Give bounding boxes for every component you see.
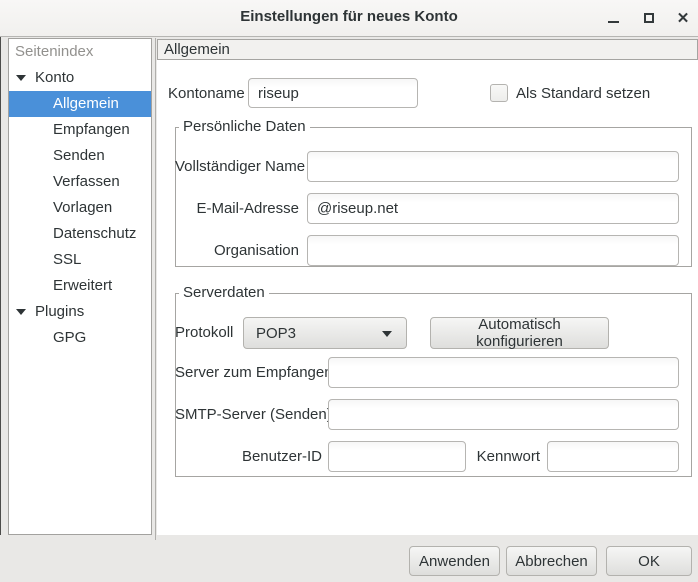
personal-data-legend: Persönliche Daten bbox=[179, 119, 310, 135]
protocol-dropdown[interactable]: POP3 bbox=[243, 317, 407, 349]
tree-item-label: Datenschutz bbox=[53, 225, 136, 242]
account-settings-dialog: Einstellungen für neues Konto ✕ Seitenin… bbox=[0, 0, 698, 582]
email-input[interactable] bbox=[307, 193, 679, 224]
close-button[interactable]: ✕ bbox=[670, 5, 696, 31]
sidebar-item-ssl[interactable]: SSL bbox=[9, 247, 151, 273]
maximize-icon bbox=[644, 13, 654, 23]
sidebar-item-konto[interactable]: Konto bbox=[9, 65, 151, 91]
receive-server-label: Server zum Empfangen bbox=[175, 357, 322, 388]
full-name-label: Vollständiger Name bbox=[175, 151, 299, 182]
sidebar-item-allgemein[interactable]: Allgemein bbox=[9, 91, 151, 117]
receive-server-input[interactable] bbox=[328, 357, 679, 388]
tree-item-label: Empfangen bbox=[53, 121, 130, 138]
chevron-down-icon bbox=[382, 331, 392, 337]
tree-item-label: Konto bbox=[35, 69, 74, 86]
window-left-edge bbox=[0, 37, 1, 535]
window-title: Einstellungen für neues Konto bbox=[0, 0, 698, 36]
tree-item-label: SSL bbox=[53, 251, 81, 268]
sidebar-item-erweitert[interactable]: Erweitert bbox=[9, 273, 151, 299]
sidebar-item-verfassen[interactable]: Verfassen bbox=[9, 169, 151, 195]
sidebar-item-datenschutz[interactable]: Datenschutz bbox=[9, 221, 151, 247]
tree-item-label: Plugins bbox=[35, 303, 84, 320]
page-index-tree: Seitenindex Konto Allgemein Empfangen Se… bbox=[8, 38, 152, 535]
auto-configure-button[interactable]: Automatisch konfigurieren bbox=[430, 317, 609, 349]
tree-item-label: Erweitert bbox=[53, 277, 112, 294]
tree-item-label: Allgemein bbox=[53, 95, 119, 112]
close-icon: ✕ bbox=[677, 11, 690, 26]
expander-down-icon[interactable] bbox=[16, 75, 26, 81]
sidebar-item-gpg[interactable]: GPG bbox=[9, 325, 151, 351]
kontoname-label: Kontoname bbox=[168, 78, 245, 109]
pane-splitter[interactable] bbox=[155, 38, 156, 540]
cancel-button[interactable]: Abbrechen bbox=[506, 546, 597, 576]
minimize-button[interactable] bbox=[600, 5, 626, 31]
section-header: Allgemein bbox=[157, 39, 698, 60]
kontoname-input[interactable] bbox=[248, 78, 418, 108]
organisation-input[interactable] bbox=[307, 235, 679, 266]
full-name-input[interactable] bbox=[307, 151, 679, 182]
smtp-server-input[interactable] bbox=[328, 399, 679, 430]
email-label: E-Mail-Adresse bbox=[175, 193, 299, 224]
protocol-label: Protokoll bbox=[175, 317, 233, 349]
set-default-label[interactable]: Als Standard setzen bbox=[516, 78, 650, 109]
user-id-label: Benutzer-ID bbox=[175, 441, 322, 472]
ok-button[interactable]: OK bbox=[606, 546, 692, 576]
titlebar[interactable]: Einstellungen für neues Konto ✕ bbox=[0, 0, 698, 37]
minimize-icon bbox=[608, 21, 619, 23]
sidebar-header: Seitenindex bbox=[9, 39, 151, 65]
tree-item-label: Verfassen bbox=[53, 173, 120, 190]
sidebar-item-vorlagen[interactable]: Vorlagen bbox=[9, 195, 151, 221]
user-id-input[interactable] bbox=[328, 441, 466, 472]
sidebar-item-plugins[interactable]: Plugins bbox=[9, 299, 151, 325]
organisation-label: Organisation bbox=[175, 235, 299, 266]
set-default-checkbox[interactable] bbox=[490, 84, 508, 102]
server-data-legend: Serverdaten bbox=[179, 285, 269, 301]
tree-item-label: Vorlagen bbox=[53, 199, 112, 216]
password-label: Kennwort bbox=[466, 441, 540, 472]
sidebar-item-senden[interactable]: Senden bbox=[9, 143, 151, 169]
sidebar-item-empfangen[interactable]: Empfangen bbox=[9, 117, 151, 143]
tree-item-label: GPG bbox=[53, 329, 86, 346]
smtp-server-label: SMTP-Server (Senden) bbox=[175, 399, 322, 430]
maximize-button[interactable] bbox=[636, 5, 662, 31]
password-input[interactable] bbox=[547, 441, 679, 472]
protocol-value: POP3 bbox=[256, 325, 296, 342]
expander-down-icon[interactable] bbox=[16, 309, 26, 315]
apply-button[interactable]: Anwenden bbox=[409, 546, 500, 576]
tree-item-label: Senden bbox=[53, 147, 105, 164]
